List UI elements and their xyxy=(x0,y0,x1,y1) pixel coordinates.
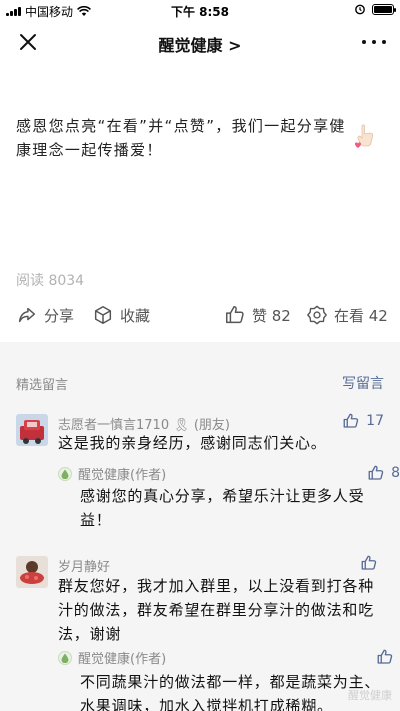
reply-header: 醒觉健康(作者) xyxy=(58,464,166,483)
commenter-name[interactable]: 岁月静好 xyxy=(58,556,110,575)
like-label: 赞 82 xyxy=(252,306,291,325)
share-icon xyxy=(18,307,36,323)
reply-like-button[interactable] xyxy=(376,648,400,666)
comment-like-button[interactable] xyxy=(360,554,384,572)
thumbs-up-icon xyxy=(226,306,244,324)
thumbs-up-icon xyxy=(368,465,384,480)
reply-text: 不同蔬果汁的做法都一样，都是蔬菜为主、水果调味，加水入搅拌机打成稀糊。 xyxy=(80,673,381,711)
reply-author: 醒觉健康(作者) xyxy=(78,468,167,483)
reply-text: 感谢您的真心分享，希望乐汁让更多人受益！ xyxy=(80,487,365,529)
share-label: 分享 xyxy=(44,306,75,325)
avatar[interactable] xyxy=(16,414,48,446)
read-count: 阅读 8034 xyxy=(16,273,85,289)
battery-icon xyxy=(372,3,396,15)
thumbs-up-icon xyxy=(361,555,377,570)
heart-hand-icon xyxy=(355,124,374,148)
comment-like-button[interactable]: 17 xyxy=(342,412,384,430)
reply-header: 醒觉健康(作者) xyxy=(58,648,166,667)
share-button[interactable]: 分享 xyxy=(16,300,74,330)
article-text: 感恩您点亮“在看”并“点赞”，我们一起分享健康理念一起传播爱！ xyxy=(16,117,346,159)
cube-icon xyxy=(94,306,112,324)
wow-button[interactable]: 在看 42 xyxy=(306,300,388,330)
comments-title: 精选留言 xyxy=(16,378,69,393)
thumbs-up-icon xyxy=(377,649,393,664)
more-icon[interactable] xyxy=(362,30,386,54)
wow-icon xyxy=(307,305,327,325)
avatar[interactable] xyxy=(16,556,48,588)
author-avatar-icon xyxy=(58,650,72,665)
comments-section: 精选留言 写留言 志愿者一慎言1710 🎗 (朋友) 17 这是我的亲身经历，感… xyxy=(0,342,400,711)
status-time: 下午 8:58 xyxy=(170,5,230,19)
reply-author: 醒觉健康(作者) xyxy=(78,652,167,667)
reply-like-button[interactable]: 8 xyxy=(367,464,400,482)
comment-text: 群友您好，我才加入群里，以上没看到打各种汁的做法，群友希望在群里分享汁的做法和吃… xyxy=(58,577,375,643)
status-bar: 中国移动 下午 8:58 xyxy=(0,0,400,20)
reply-like-count: 8 xyxy=(391,465,400,481)
wow-label: 在看 42 xyxy=(334,306,388,325)
watermark: 醒觉健康 xyxy=(348,689,392,702)
comment-like-count: 17 xyxy=(366,413,384,429)
comment-text: 这是我的亲身经历，感谢同志们关心。 xyxy=(58,434,327,452)
favorite-label: 收藏 xyxy=(120,306,151,325)
status-right xyxy=(354,3,396,15)
thumbs-up-icon xyxy=(343,413,359,428)
like-button[interactable]: 赞 82 xyxy=(224,300,291,330)
article-actions: 分享 收藏 赞 82 在看 42 xyxy=(0,300,400,334)
author-avatar-icon xyxy=(58,466,72,481)
account-title[interactable]: 醒觉健康 > xyxy=(0,32,400,56)
alarm-icon xyxy=(355,4,365,15)
write-comment-button[interactable]: 写留言 xyxy=(342,373,384,393)
navbar: 醒觉健康 > xyxy=(0,20,400,64)
favorite-button[interactable]: 收藏 xyxy=(92,300,150,330)
